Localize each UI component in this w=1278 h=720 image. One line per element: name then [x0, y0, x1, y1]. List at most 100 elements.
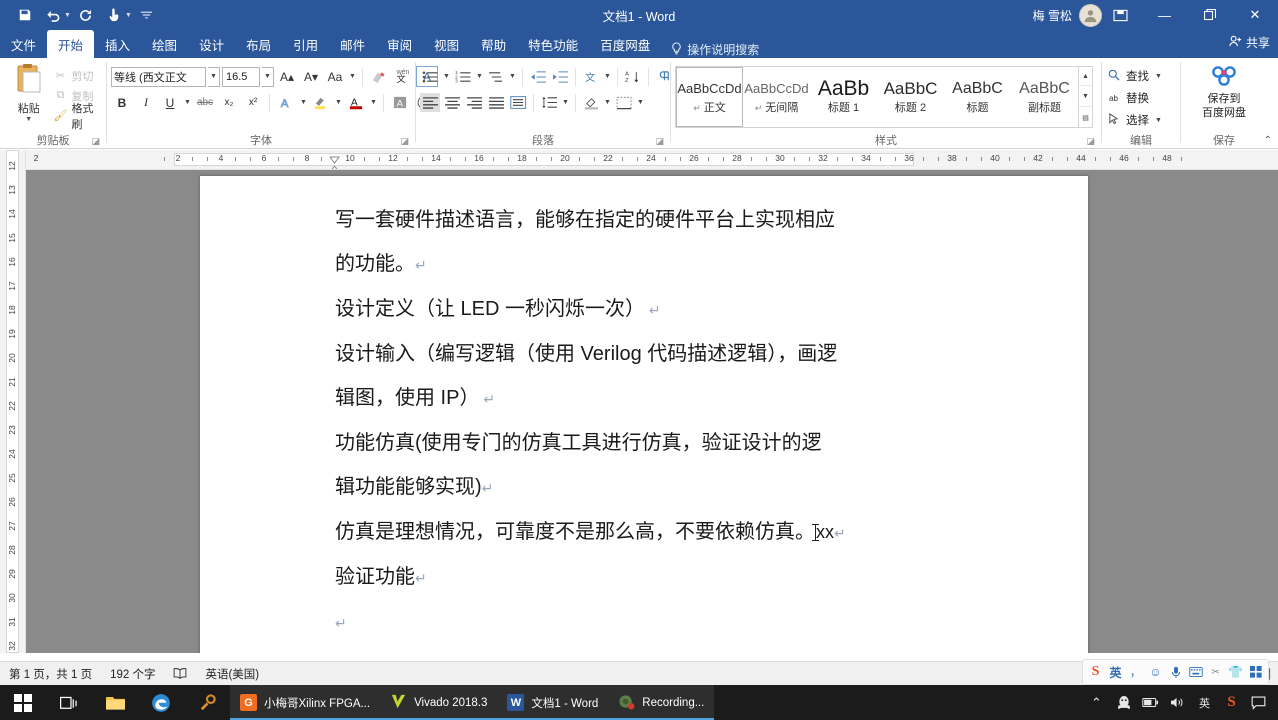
distribute-button[interactable]	[508, 93, 528, 112]
change-case-caret-icon[interactable]: ▼	[348, 73, 357, 80]
font-dialog-launcher[interactable]: ◪	[400, 136, 409, 147]
word-count[interactable]: 192 个字	[101, 666, 164, 682]
tab-draw[interactable]: 绘图	[141, 30, 188, 58]
shading-caret-icon[interactable]: ▼	[603, 99, 612, 106]
change-case-button[interactable]: Aa	[324, 66, 346, 87]
find-button[interactable]: 查找 ▼	[1106, 66, 1163, 86]
font-name-caret-icon[interactable]: ▼	[208, 66, 220, 87]
font-name-input[interactable]: 等线 (西文正文	[111, 66, 206, 87]
sort-button[interactable]: AZ	[623, 67, 643, 86]
styles-dialog-launcher[interactable]: ◪	[1086, 136, 1095, 147]
sogou-logo-icon[interactable]: S	[1087, 663, 1104, 681]
clear-formatting-button[interactable]	[368, 66, 390, 87]
subscript-button[interactable]: x₂	[218, 92, 240, 113]
grow-font-button[interactable]: A▴	[276, 66, 298, 87]
qq-icon[interactable]	[1110, 685, 1137, 720]
chinese-layout-caret-icon[interactable]: ▼	[603, 73, 612, 80]
clipboard-dialog-launcher[interactable]: ◪	[91, 136, 100, 147]
ime-emoji-icon[interactable]: ☺	[1147, 663, 1164, 681]
font-size-caret-icon[interactable]: ▼	[262, 66, 274, 87]
ime-skin-icon[interactable]: 👕	[1227, 663, 1244, 681]
font-color-button[interactable]: A	[345, 92, 367, 113]
save-to-baidu-netdisk-button[interactable]: 保存到 百度网盘	[1187, 61, 1261, 120]
document-line[interactable]: 功能仿真(使用专门的仿真工具进行仿真，验证设计的逻	[335, 421, 1028, 465]
scroll-down-icon[interactable]: ▼	[1079, 88, 1092, 107]
minimize-button[interactable]: —	[1142, 0, 1187, 30]
paste-caret-icon[interactable]: ▼	[25, 116, 32, 123]
format-painter-button[interactable]: 🖌 格式刷	[53, 103, 102, 131]
align-left-button[interactable]	[420, 93, 440, 112]
document-line[interactable]: 设计输入（编写逻辑（使用 Verilog 代码描述逻辑），画逻	[335, 332, 1028, 376]
shrink-font-button[interactable]: A▾	[300, 66, 322, 87]
find-caret-icon[interactable]: ▼	[1154, 73, 1163, 80]
avatar[interactable]	[1079, 3, 1102, 27]
file-explorer-button[interactable]	[92, 685, 138, 720]
phonetic-guide-button[interactable]: wén 文	[392, 66, 414, 87]
text-effects-button[interactable]: A	[275, 92, 297, 113]
text-effects-caret-icon[interactable]: ▼	[299, 99, 308, 106]
sogou-tray-icon[interactable]: S	[1218, 685, 1245, 720]
font-size-input[interactable]: 16.5	[222, 66, 260, 87]
document-line[interactable]: 辑功能能够实现)↵	[335, 465, 1028, 510]
redo-icon[interactable]	[73, 4, 99, 26]
multilevel-list-button[interactable]	[486, 67, 506, 86]
numbering-caret-icon[interactable]: ▼	[475, 73, 484, 80]
select-caret-icon[interactable]: ▼	[1154, 117, 1163, 124]
bullets-button[interactable]	[420, 67, 440, 86]
document-text-body[interactable]: 写一套硬件描述语言，能够在指定的硬件平台上实现相应 的功能。↵ 设计定义（让 LED…	[200, 176, 1088, 645]
tab-baidu-netdisk[interactable]: 百度网盘	[589, 30, 661, 58]
tab-references[interactable]: 引用	[282, 30, 329, 58]
customize-qat-icon[interactable]	[134, 4, 160, 26]
style-title[interactable]: AaBbC 标题	[944, 67, 1011, 127]
taskbar-item-3[interactable]: Recording...	[608, 685, 715, 720]
document-line[interactable]: 写一套硬件描述语言，能够在指定的硬件平台上实现相应	[335, 198, 1028, 242]
replace-button[interactable]: ab 替换	[1106, 88, 1149, 108]
tab-view[interactable]: 视图	[423, 30, 470, 58]
action-center-icon[interactable]	[1245, 685, 1272, 720]
tab-design[interactable]: 设计	[188, 30, 235, 58]
align-right-button[interactable]	[464, 93, 484, 112]
paragraph-dialog-launcher[interactable]: ◪	[655, 136, 664, 147]
vertical-ruler[interactable]: 12 13 14 15 16 17 18 19 20 21 22 23 24 25 26 27 28 29 30 31…	[0, 150, 26, 653]
page-indicator[interactable]: 第 1 页，共 1 页	[0, 666, 101, 682]
document-page[interactable]: 写一套硬件描述语言，能够在指定的硬件平台上实现相应 的功能。↵ 设计定义（让 LED…	[200, 176, 1088, 653]
document-line[interactable]: 辑图，使用 IP） ↵	[335, 376, 1028, 421]
text-highlight-button[interactable]	[310, 92, 332, 113]
hanging-indent-marker[interactable]	[329, 161, 339, 169]
tab-insert[interactable]: 插入	[94, 30, 141, 58]
tab-layout[interactable]: 布局	[235, 30, 282, 58]
select-button[interactable]: 选择 ▼	[1106, 110, 1163, 130]
tab-mailings[interactable]: 邮件	[329, 30, 376, 58]
ime-soft-keyboard-icon[interactable]	[1187, 663, 1204, 681]
tab-review[interactable]: 审阅	[376, 30, 423, 58]
cut-button[interactable]: ✂ 剪切	[53, 67, 102, 84]
undo-icon[interactable]	[40, 4, 66, 26]
shading-button[interactable]	[581, 93, 601, 112]
show-hidden-icons-button[interactable]: ⌃	[1083, 685, 1110, 720]
user-name[interactable]: 梅 雪松	[1033, 7, 1072, 24]
ime-screenshot-icon[interactable]: ✂	[1207, 663, 1224, 681]
restore-button[interactable]	[1187, 0, 1232, 30]
tab-help[interactable]: 帮助	[470, 30, 517, 58]
close-button[interactable]: ✕	[1232, 0, 1278, 30]
battery-icon[interactable]	[1137, 685, 1164, 720]
italic-button[interactable]: I	[135, 92, 157, 113]
ime-menu-icon[interactable]	[1247, 663, 1264, 681]
numbering-button[interactable]: 123	[453, 67, 473, 86]
underline-caret-icon[interactable]: ▼	[183, 99, 192, 106]
chinese-layout-button[interactable]: 文	[581, 67, 601, 86]
bullets-caret-icon[interactable]: ▼	[442, 73, 451, 80]
style-heading-2[interactable]: AaBbC 标题 2	[877, 67, 944, 127]
style-heading-1[interactable]: AaBb 标题 1	[810, 67, 877, 127]
tell-me-box[interactable]: 操作说明搜索	[661, 41, 769, 58]
decrease-indent-button[interactable]	[528, 67, 548, 86]
document-line[interactable]: 的功能。↵	[335, 242, 1028, 287]
scroll-up-icon[interactable]: ▲	[1079, 67, 1092, 86]
text-highlight-caret-icon[interactable]: ▼	[334, 99, 343, 106]
more-styles-icon[interactable]: ▤	[1079, 108, 1092, 127]
document-line[interactable]: 设计定义（让 LED 一秒闪烁一次） ↵	[335, 287, 1028, 332]
ime-voice-input-icon[interactable]	[1167, 663, 1184, 681]
strikethrough-button[interactable]: abc	[194, 92, 216, 113]
collapse-ribbon-icon[interactable]: ⌃	[1264, 135, 1272, 146]
borders-caret-icon[interactable]: ▼	[636, 99, 645, 106]
